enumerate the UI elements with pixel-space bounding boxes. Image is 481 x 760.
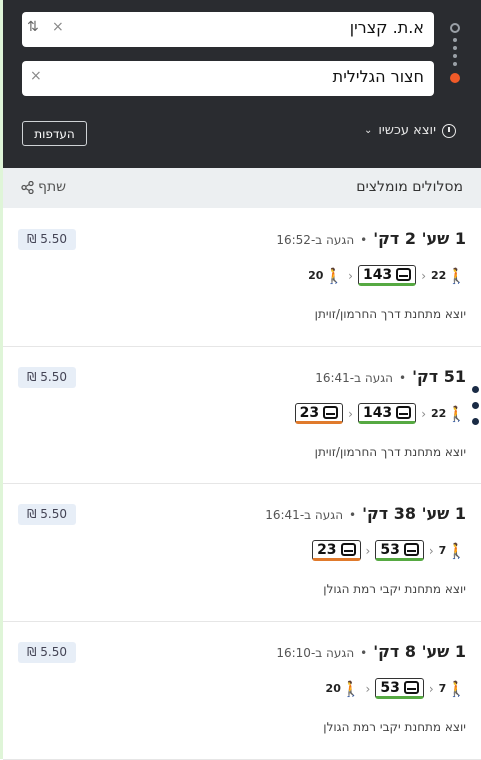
depart-time-selector[interactable]: יוצא עכשיו ⌄ [364, 123, 456, 138]
bus-number: 53 [380, 679, 400, 696]
destination-value: חצור הגלילית [332, 67, 424, 86]
results-title: מסלולים מומלצים [356, 179, 463, 195]
bullet: • [360, 233, 368, 247]
walk-leg: 🚶 7 [439, 542, 466, 560]
leg-chain: 🚶 7 ‹ 53 ‹ 🚶 20 [326, 678, 466, 699]
walk-icon: 🚶 [447, 541, 466, 560]
arrival-text: הגעה ב-16:41 [315, 371, 393, 385]
walk-icon: 🚶 [447, 404, 466, 423]
bus-icon [403, 681, 419, 694]
arrival-text: הגעה ב-16:41 [265, 508, 344, 522]
depart-label: יוצא עכשיו [378, 123, 436, 138]
departure-stop: יוצא מתחנת דרך החרמון/זויתן [314, 307, 466, 321]
itinerary-summary: 1 שע' 2 דק' • הגעה ב-16:52 [276, 229, 466, 248]
price-badge: ₪ 5.50 [18, 642, 76, 663]
chevron-left-icon: ‹ [365, 543, 371, 558]
walk-minutes: 22 [431, 269, 447, 282]
bus-leg: 23 [294, 403, 344, 424]
leg-chain: 🚶 7 ‹ 53 ‹ 23 [312, 540, 466, 561]
scroll-marker [472, 386, 479, 393]
scroll-marker [472, 418, 479, 425]
route-dots-icon [450, 23, 460, 83]
walk-leg: 🚶 7 [439, 680, 466, 698]
bullet: • [349, 508, 357, 522]
duration-text: 1 שע' 2 דק' [373, 229, 466, 248]
bullet: • [399, 371, 407, 385]
destination-field[interactable]: × חצור הגלילית [22, 61, 434, 96]
itinerary-summary: 1 שע' 38 דק' • הגעה ב-16:41 [265, 504, 466, 523]
bus-icon [323, 406, 339, 419]
chevron-left-icon: ‹ [348, 406, 353, 421]
walk-leg: 🚶 22 [431, 405, 466, 423]
clear-destination-icon[interactable]: × [30, 68, 42, 84]
bus-leg: 53 [375, 678, 424, 699]
bus-number: 23 [299, 404, 320, 421]
walk-leg: 🚶 20 [326, 680, 361, 698]
walk-minutes: 20 [308, 269, 324, 282]
bullet: • [360, 646, 368, 660]
bus-icon [403, 543, 419, 556]
itinerary-card[interactable]: ₪ 5.50 1 שע' 2 דק' • הגעה ב-16:52 🚶 22 ‹ 143 ‹ 🚶 2… [3, 208, 481, 347]
arrival-text: הגעה ב-16:52 [276, 233, 355, 247]
walk-leg: 🚶 20 [308, 267, 343, 285]
chevron-down-icon: ⌄ [363, 125, 373, 136]
walk-minutes: 7 [438, 544, 447, 557]
itinerary-summary: 1 שע' 8 דק' • הגעה ב-16:10 [276, 642, 466, 661]
walk-minutes: 22 [431, 407, 447, 420]
bus-leg: 23 [312, 540, 361, 561]
chevron-left-icon: ‹ [348, 268, 353, 283]
walk-icon: 🚶 [324, 266, 344, 285]
chevron-left-icon: ‹ [421, 406, 426, 421]
bus-leg: 143 [357, 265, 417, 286]
bus-leg: 53 [375, 540, 424, 561]
bus-leg: 143 [357, 403, 417, 424]
price-badge: ₪ 5.50 [18, 229, 76, 250]
itinerary-card[interactable]: ₪ 5.50 1 שע' 38 דק' • הגעה ב-16:41 🚶 7 ‹ 53 ‹ 23 י… [3, 483, 481, 622]
clear-origin-icon[interactable]: × [52, 19, 64, 35]
bus-number: 23 [317, 541, 337, 558]
bus-icon [396, 268, 412, 281]
share-icon [21, 180, 34, 194]
origin-field[interactable]: ⇅ × א.ת. קצרין [22, 12, 434, 47]
walk-minutes: 20 [325, 682, 341, 695]
walk-icon: 🚶 [447, 679, 466, 698]
departure-stop: יוצא מתחנת יקבי רמת הגולן [323, 720, 466, 734]
walk-minutes: 7 [438, 682, 447, 695]
price-badge: ₪ 5.50 [18, 367, 76, 388]
duration-text: 51 דק' [412, 367, 466, 386]
leg-chain: 🚶 22 ‹ 143 ‹ 🚶 20 [308, 265, 466, 286]
departure-stop: יוצא מתחנת יקבי רמת הגולן [323, 582, 466, 596]
chevron-left-icon: ‹ [428, 681, 434, 696]
itinerary-card[interactable]: ₪ 5.50 51 דק' • הגעה ב-16:41 🚶 22 ‹ 143 ‹ 23 יוצא … [3, 346, 481, 484]
departure-stop: יוצא מתחנת דרך החרמון/זויתן [314, 445, 466, 459]
bus-number: 143 [362, 266, 393, 283]
clock-icon [442, 123, 456, 138]
price-badge: ₪ 5.50 [18, 504, 76, 525]
bus-icon [396, 406, 412, 419]
share-label: שתף [38, 179, 67, 195]
origin-value: א.ת. קצרין [349, 18, 424, 37]
results-bar: מסלולים מומלצים שתף [3, 168, 481, 208]
chevron-left-icon: ‹ [428, 543, 434, 558]
bus-number: 53 [380, 541, 400, 558]
bus-number: 143 [362, 404, 393, 421]
arrival-text: הגעה ב-16:10 [276, 646, 355, 660]
walk-icon: 🚶 [341, 679, 361, 698]
walk-icon: 🚶 [447, 266, 466, 285]
share-button[interactable]: שתף [21, 179, 66, 195]
swap-icon[interactable]: ⇅ [27, 19, 39, 35]
bus-icon [340, 543, 356, 556]
search-header: ⇅ × א.ת. קצרין × חצור הגלילית העדפות יוצ… [3, 0, 481, 168]
itinerary-card[interactable]: ₪ 5.50 1 שע' 8 דק' • הגעה ב-16:10 🚶 7 ‹ 53 ‹ 🚶 20 י… [3, 621, 481, 760]
leg-chain: 🚶 22 ‹ 143 ‹ 23 [294, 403, 466, 424]
preferences-button[interactable]: העדפות [22, 121, 87, 146]
chevron-left-icon: ‹ [365, 681, 371, 696]
duration-text: 1 שע' 8 דק' [373, 642, 466, 661]
walk-leg: 🚶 22 [431, 267, 466, 285]
chevron-left-icon: ‹ [421, 268, 426, 283]
itinerary-summary: 51 דק' • הגעה ב-16:41 [315, 367, 466, 386]
duration-text: 1 שע' 38 דק' [362, 504, 466, 523]
scroll-marker [472, 402, 479, 409]
